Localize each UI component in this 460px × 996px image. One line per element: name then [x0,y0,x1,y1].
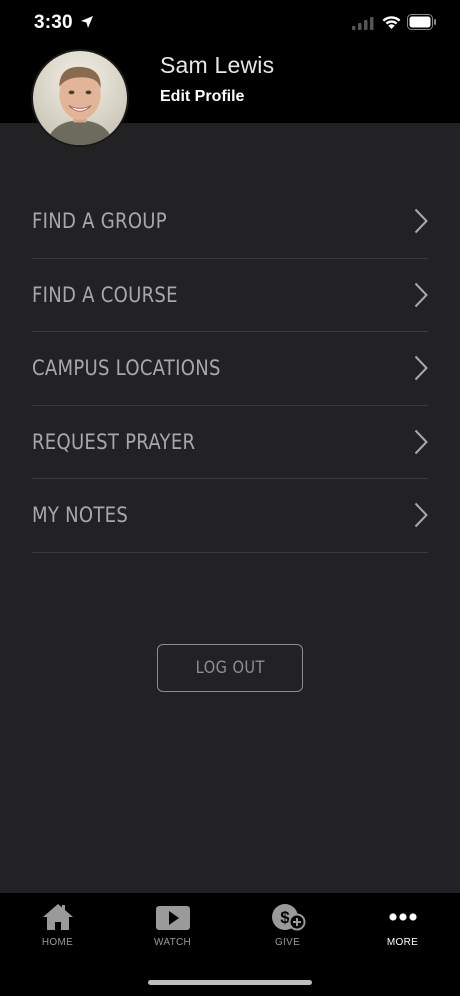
logout-label: LOG OUT [195,658,265,678]
home-indicator [148,980,312,985]
menu-item-label: REQUEST PRAYER [32,429,196,454]
status-bar: 3:30 [0,0,460,50]
menu-item-label: CAMPUS LOCATIONS [32,356,221,381]
status-time: 3:30 [34,12,73,33]
tab-label: HOME [41,937,74,948]
play-icon [155,906,190,930]
chevron-right-icon [414,282,428,307]
svg-text:$: $ [280,908,290,927]
tab-give[interactable]: $ GIVE [230,901,345,957]
edit-profile-link[interactable]: Edit Profile [160,88,244,106]
chevron-right-icon [414,209,428,234]
tab-label: MORE [386,937,419,948]
menu-item-find-a-course[interactable]: FIND A COURSE [32,259,428,332]
more-icon [388,913,417,921]
chevron-right-icon [414,356,428,381]
chevron-right-icon [414,503,428,528]
home-icon [42,904,73,930]
menu-item-label: MY NOTES [32,503,129,528]
give-icon: $ [271,904,305,931]
menu-item-label: FIND A COURSE [32,282,178,307]
logout-button[interactable]: LOG OUT [157,644,303,692]
battery-icon [407,14,436,30]
menu-item-find-a-group[interactable]: FIND A GROUP [32,185,428,259]
tab-more[interactable]: MORE [345,901,460,957]
location-arrow-icon [81,16,93,28]
more-screen: 3:30 Sam Lewis Edit Profile FIND A GROUP… [0,0,460,996]
menu-item-campus-locations[interactable]: CAMPUS LOCATIONS [32,332,428,406]
tab-label: GIVE [274,937,301,948]
tab-label: WATCH [153,937,192,948]
wifi-icon [382,16,401,29]
menu-item-label: FIND A GROUP [32,209,167,234]
tab-home[interactable]: HOME [0,901,115,957]
more-menu: FIND A GROUP FIND A COURSE CAMPUS LOCATI… [32,185,428,553]
avatar-image [33,51,127,145]
tab-watch[interactable]: WATCH [115,901,230,957]
menu-item-request-prayer[interactable]: REQUEST PRAYER [32,406,428,479]
cellular-signal-icon [352,17,374,30]
avatar[interactable] [31,49,129,147]
chevron-right-icon [414,429,428,454]
menu-item-my-notes[interactable]: MY NOTES [32,479,428,553]
user-name: Sam Lewis [160,52,275,78]
